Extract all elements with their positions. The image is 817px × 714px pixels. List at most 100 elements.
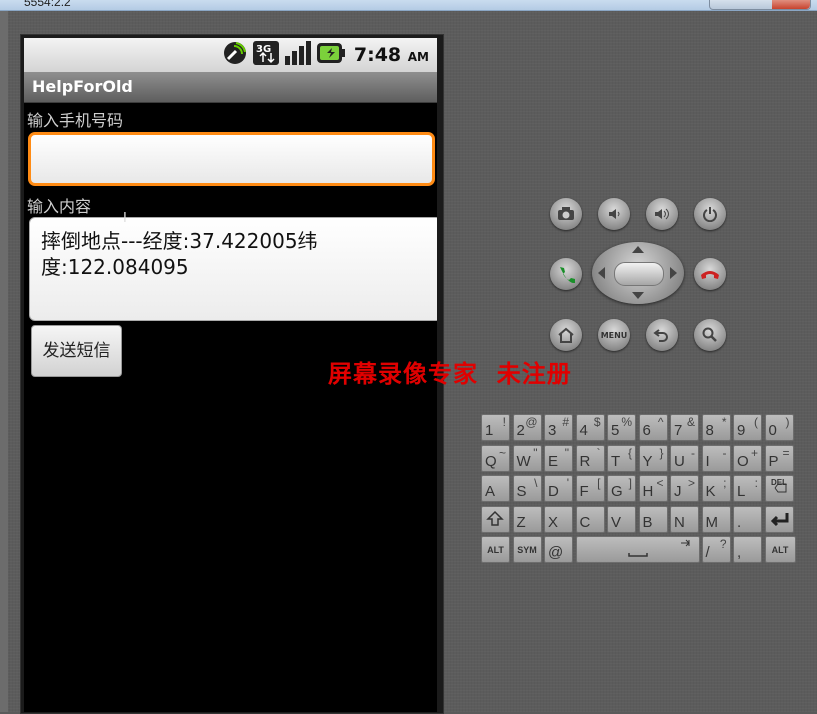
- content-field[interactable]: 摔倒地点---经度:37.422005纬度:122.084095: [29, 217, 437, 321]
- back-icon: [653, 329, 668, 342]
- key-c[interactable]: C: [575, 505, 605, 533]
- call-icon: [560, 267, 575, 283]
- key-label: U: [674, 452, 685, 470]
- key-slash[interactable]: /?: [701, 536, 731, 563]
- key-0[interactable]: 0): [764, 414, 794, 441]
- key-y[interactable]: Y}: [638, 444, 668, 472]
- key-at[interactable]: @: [544, 536, 573, 563]
- key-4[interactable]: 4 $: [575, 414, 605, 441]
- window-close-button[interactable]: [772, 0, 810, 9]
- key-label: B: [642, 513, 653, 531]
- key-9[interactable]: 9(: [733, 414, 762, 441]
- key-m[interactable]: M: [701, 505, 731, 533]
- key-k[interactable]: K;: [701, 475, 731, 502]
- home-button[interactable]: [550, 319, 582, 351]
- key-alt-label: &: [686, 415, 695, 429]
- key-comma[interactable]: ,: [733, 536, 762, 563]
- send-sms-button[interactable]: 发送短信: [31, 325, 122, 377]
- call-button[interactable]: [550, 258, 582, 290]
- dpad-center-button[interactable]: [614, 262, 664, 286]
- back-button[interactable]: [646, 319, 678, 351]
- phone-number-input[interactable]: [31, 135, 436, 185]
- key-e[interactable]: E ": [544, 444, 573, 472]
- key-w[interactable]: W ": [512, 444, 542, 472]
- key-3[interactable]: 3 #: [544, 414, 573, 441]
- key-alt-label: ~: [498, 445, 506, 460]
- key-n[interactable]: N: [670, 505, 699, 533]
- network-3g-icon: 3G: [252, 40, 280, 70]
- key-x[interactable]: X: [544, 505, 573, 533]
- key-period[interactable]: .: [733, 505, 762, 533]
- key-g[interactable]: G]: [607, 475, 636, 502]
- key-r[interactable]: R `: [575, 444, 605, 472]
- key-2[interactable]: 2 @: [512, 414, 542, 441]
- key-alt-label: ): [785, 415, 790, 429]
- key-delete[interactable]: DEL: [764, 475, 794, 502]
- search-button[interactable]: [694, 319, 726, 351]
- key-alt-right[interactable]: ALT: [764, 536, 796, 563]
- key-d[interactable]: D ': [544, 475, 573, 502]
- status-time: 7:48 AM: [353, 44, 429, 66]
- power-button[interactable]: [694, 198, 726, 230]
- key-l[interactable]: L:: [733, 475, 762, 502]
- key-slash-alt-label: ?: [719, 537, 727, 551]
- key-label: 7: [674, 422, 683, 439]
- menu-button[interactable]: MENU: [598, 319, 630, 351]
- key-label: 4: [579, 422, 588, 439]
- key-8[interactable]: 8 *: [701, 414, 731, 441]
- key-b[interactable]: B: [638, 505, 668, 533]
- dpad-right-icon[interactable]: [670, 267, 677, 279]
- phone-number-field[interactable]: [28, 132, 436, 186]
- dpad-left-icon[interactable]: [598, 267, 605, 279]
- key-u[interactable]: U-: [670, 444, 699, 472]
- enter-icon: [770, 512, 788, 526]
- key-space[interactable]: [575, 536, 700, 563]
- key-a[interactable]: A: [481, 475, 510, 502]
- key-alt-left[interactable]: ALT: [481, 536, 510, 563]
- key-j[interactable]: J >: [670, 475, 699, 502]
- app-title: HelpForOld: [32, 77, 133, 96]
- key-alt-label: +: [750, 445, 758, 460]
- key-f[interactable]: F[: [575, 475, 605, 502]
- key-p[interactable]: P =: [764, 444, 794, 472]
- key-alt-label: -: [722, 445, 727, 460]
- status-bar: 3G 7:48 AM: [24, 38, 437, 72]
- key-shift[interactable]: [481, 505, 510, 533]
- key-label: A: [485, 483, 496, 500]
- key-enter[interactable]: [764, 505, 794, 533]
- key-alt-label: >: [687, 476, 695, 490]
- key-q[interactable]: Q ~: [481, 444, 510, 472]
- end-call-button[interactable]: [694, 258, 726, 290]
- key-label: M: [705, 513, 719, 531]
- key-h[interactable]: H <: [638, 475, 668, 502]
- signal-icon: [284, 40, 312, 70]
- key-sym[interactable]: SYM: [512, 536, 542, 563]
- key-label: J: [674, 483, 682, 500]
- key-6[interactable]: 6 ^: [638, 414, 668, 441]
- key-alt-left-label: ALT: [487, 545, 504, 555]
- dpad-up-icon[interactable]: [632, 246, 644, 253]
- key-v[interactable]: V: [607, 505, 636, 533]
- key-7[interactable]: 7 &: [670, 414, 699, 441]
- key-z[interactable]: Z: [512, 505, 542, 533]
- key-t[interactable]: T{: [607, 444, 636, 472]
- key-o[interactable]: O +: [733, 444, 762, 472]
- key-1[interactable]: 1!: [481, 414, 510, 441]
- shift-icon: [486, 510, 504, 526]
- key-alt-label: :: [754, 476, 758, 490]
- key-label: H: [642, 483, 654, 500]
- window-titlebar: 5554:2.2: [0, 0, 817, 11]
- key-i[interactable]: I-: [701, 444, 731, 472]
- sync-icon: [222, 40, 248, 70]
- key-5[interactable]: 5%: [607, 414, 636, 441]
- content-label: 输入内容: [27, 197, 92, 216]
- volume-down-button[interactable]: [598, 198, 630, 230]
- camera-button[interactable]: [550, 198, 582, 230]
- key-label: D: [548, 483, 559, 500]
- dpad-down-icon[interactable]: [632, 292, 644, 299]
- key-alt-label: =: [782, 445, 790, 460]
- window-controls[interactable]: [709, 0, 811, 10]
- key-label: P: [768, 452, 779, 470]
- volume-up-button[interactable]: [646, 198, 678, 230]
- key-s[interactable]: S \: [512, 475, 542, 502]
